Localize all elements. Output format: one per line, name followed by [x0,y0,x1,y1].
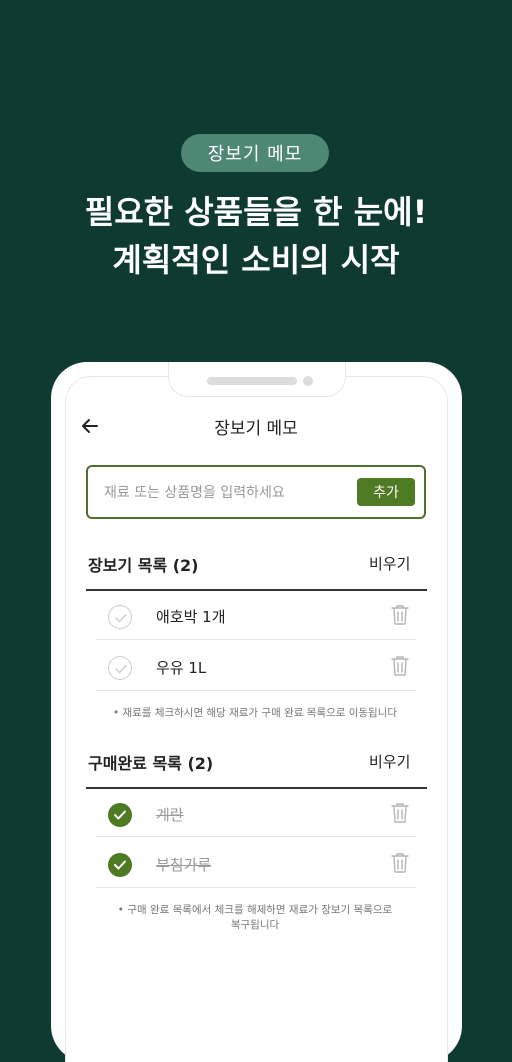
purchased-list-title: 구매완료 목록 (2) [88,754,214,773]
camera-dot [303,376,313,386]
check-icon [114,810,126,820]
check-icon [114,860,126,870]
promo-headline-line1: 필요한 상품들을 한 눈에! [84,193,428,231]
promo-badge: 장보기 메모 [181,134,329,172]
list-item: 계란 [96,790,416,840]
item-label: 계란 [156,806,184,824]
check-icon [115,664,127,674]
shopping-hint: • 재료를 체크하시면 해당 재료가 구매 완료 목록으로 이동됩니다 [112,707,398,719]
list-item: 애호박 1개 [96,592,416,642]
purchased-divider [86,787,427,789]
checked-checkbox[interactable] [108,803,132,827]
add-button[interactable]: 추가 [357,478,415,506]
purchased-hint-line1: • 구매 완료 목록에서 체크를 해제하면 재료가 장보기 목록으로 [117,904,393,916]
row-divider [96,887,416,888]
trash-icon[interactable] [391,852,409,874]
ingredient-input-box: 추가 [86,465,426,519]
check-icon [115,613,127,623]
item-label: 우유 1L [156,659,207,677]
row-divider [96,836,416,837]
shopping-divider [86,589,427,591]
purchased-hint-line2: 복구됩니다 [230,919,280,931]
unchecked-checkbox[interactable] [108,605,132,629]
ingredient-input[interactable] [102,481,336,505]
item-label: 애호박 1개 [156,608,226,626]
trash-icon[interactable] [391,655,409,677]
shopping-list-title: 장보기 목록 (2) [88,556,199,575]
screen-title: 장보기 메모 [214,419,298,439]
checked-checkbox[interactable] [108,853,132,877]
list-item: 부침가루 [96,840,416,890]
shopping-clear-button[interactable]: 비우기 [369,553,410,574]
trash-icon[interactable] [391,604,409,626]
promo-headline-line2: 계획적인 소비의 시작 [112,241,400,279]
phone-notch [168,362,346,397]
row-divider [96,690,416,691]
trash-icon[interactable] [391,802,409,824]
speaker-grille [207,377,297,385]
purchased-clear-button[interactable]: 비우기 [369,751,410,772]
list-item: 우유 1L [96,643,416,693]
row-divider [96,639,416,640]
unchecked-checkbox[interactable] [108,656,132,680]
item-label: 부침가루 [156,856,212,874]
